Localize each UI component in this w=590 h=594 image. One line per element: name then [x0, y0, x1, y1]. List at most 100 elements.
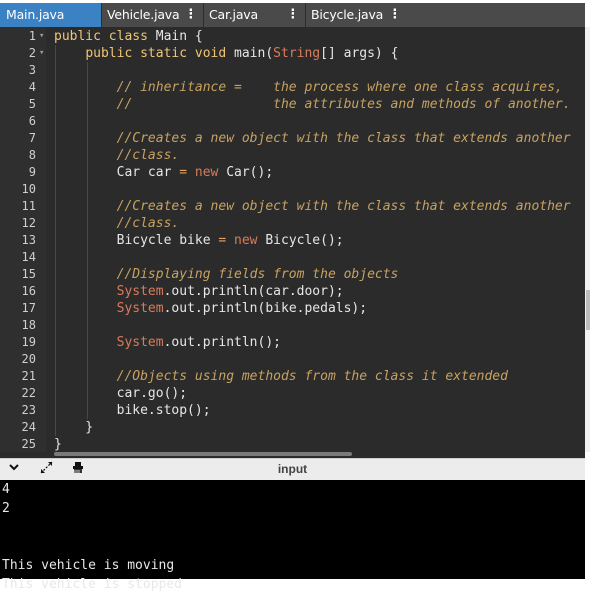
fold-toggle-icon[interactable]: ▾ [39, 31, 44, 41]
code-line[interactable]: System.out.println(car.door); [54, 283, 344, 300]
code-token: } [54, 420, 94, 435]
code-type: System [116, 301, 164, 316]
code-line[interactable]: //Creates a new object with the class th… [54, 130, 571, 147]
code-line[interactable]: //Creates a new object with the class th… [54, 198, 571, 215]
tab-car-java[interactable]: Car.java ⋮ [203, 3, 305, 27]
code-line[interactable]: public class Main { [54, 28, 203, 45]
chevron-down-icon[interactable] [8, 461, 20, 479]
code-comment: //Objects using methods from the class i… [116, 369, 508, 384]
tab-label: Vehicle.java [107, 7, 180, 22]
tab-bar-empty [407, 3, 585, 27]
code-keyword: public static void [85, 46, 235, 61]
tab-label: Main.java [6, 7, 65, 22]
line-number-gutter: 1 ▾ 2 ▾ 3 4 5 6 7 8 9 10 11 12 13 14 15 16 17 18 19 20 21 22 23 2… [0, 27, 46, 452]
code-type: new [194, 165, 227, 180]
code-comment: // the attributes and methods of another… [116, 97, 571, 112]
expand-icon[interactable] [40, 461, 53, 480]
code-comment: //class. [116, 216, 180, 231]
code-type: System [116, 284, 164, 299]
code-token: Car car [54, 165, 180, 180]
code-token: = [179, 165, 195, 180]
line-number: 19 [21, 335, 36, 349]
code-token: .out.println(car.door); [163, 284, 344, 299]
code-token: bike.stop(); [54, 403, 211, 418]
code-keyword: public class [54, 29, 156, 44]
tab-vehicle-java[interactable]: Vehicle.java ⋮ [101, 3, 203, 27]
code-line[interactable]: //class. [54, 215, 180, 232]
code-token: Car(); [226, 165, 274, 180]
line-number: 6 [28, 114, 36, 128]
code-token: = [218, 233, 235, 248]
code-line[interactable]: } [54, 419, 93, 436]
vertical-scrollbar[interactable] [585, 27, 590, 452]
code-comment: //class. [116, 148, 180, 163]
code-type: String [273, 46, 321, 61]
line-number: 3 [28, 63, 36, 77]
tab-bicycle-java[interactable]: Bicycle.java ⋮ [305, 3, 407, 27]
line-number: 8 [28, 148, 36, 162]
console-line: 4 [2, 482, 10, 497]
code-type: new [234, 233, 266, 248]
code-editor[interactable]: 1 ▾ 2 ▾ 3 4 5 6 7 8 9 10 11 12 13 14 15 16 17 18 19 20 21 22 23 2… [0, 27, 585, 452]
code-token: [] args) { [320, 46, 399, 61]
code-token: main( [234, 46, 274, 61]
line-number: 18 [21, 318, 36, 332]
clear-console-icon[interactable] [72, 461, 84, 480]
tab-bar: Main.java Vehicle.java ⋮ Car.java ⋮ Bicy… [0, 0, 590, 27]
code-comment: //Creates a new object with the class th… [116, 199, 571, 214]
code-line[interactable]: bike.stop(); [54, 402, 211, 419]
console-line: This vehicle is moving [2, 558, 175, 573]
code-token: .out.println(bike.pedals); [163, 301, 368, 316]
code-line[interactable]: Car car = new Car(); [54, 164, 274, 181]
code-token: car.go(); [54, 386, 188, 401]
fold-toggle-icon[interactable]: ▾ [39, 48, 44, 58]
code-line[interactable]: System.out.println(); [54, 334, 281, 351]
code-token: Main { [155, 29, 203, 44]
line-number: 1 [28, 29, 36, 43]
line-number: 17 [21, 301, 36, 315]
code-line[interactable]: // the attributes and methods of another… [54, 96, 571, 113]
code-line[interactable]: } [54, 436, 62, 452]
tab-main-java[interactable]: Main.java [0, 3, 101, 27]
code-line[interactable]: public static void main(String[] args) { [54, 45, 398, 62]
line-number: 13 [21, 233, 36, 247]
right-strip [585, 458, 590, 579]
code-line[interactable]: //class. [54, 147, 180, 164]
code-token: Bicycle(); [265, 233, 344, 248]
line-number: 14 [21, 250, 36, 264]
vertical-scrollbar-thumb[interactable] [586, 290, 590, 330]
console-header: input [0, 458, 585, 480]
code-line[interactable]: Bicycle bike = new Bicycle(); [54, 232, 344, 249]
tab-menu-icon[interactable]: ⋮ [184, 3, 197, 27]
line-number: 2 [28, 46, 36, 60]
tab-separator [305, 3, 306, 27]
code-line[interactable]: //Objects using methods from the class i… [54, 368, 508, 385]
tab-menu-icon[interactable]: ⋮ [286, 3, 299, 27]
tab-separator [101, 3, 102, 27]
code-comment: //Displaying fields from the objects [116, 267, 399, 282]
code-line[interactable]: //Displaying fields from the objects [54, 266, 399, 283]
line-number: 7 [28, 131, 36, 145]
tab-menu-icon[interactable]: ⋮ [388, 3, 401, 27]
console-line: 2 [2, 501, 10, 516]
code-line[interactable]: System.out.println(bike.pedals); [54, 300, 367, 317]
line-number: 24 [21, 420, 36, 434]
code-token: Bicycle bike [54, 233, 219, 248]
code-line[interactable]: // inheritance = the process where one c… [54, 79, 563, 96]
console-output[interactable]: 4 2 This vehicle is moving This vehicle is … [0, 480, 585, 592]
horizontal-scrollbar-thumb[interactable] [54, 452, 352, 456]
code-comment: //Creates a new object with the class th… [116, 131, 571, 146]
code-line[interactable]: car.go(); [54, 385, 187, 402]
line-number: 15 [21, 267, 36, 281]
tab-label: Car.java [209, 7, 258, 22]
